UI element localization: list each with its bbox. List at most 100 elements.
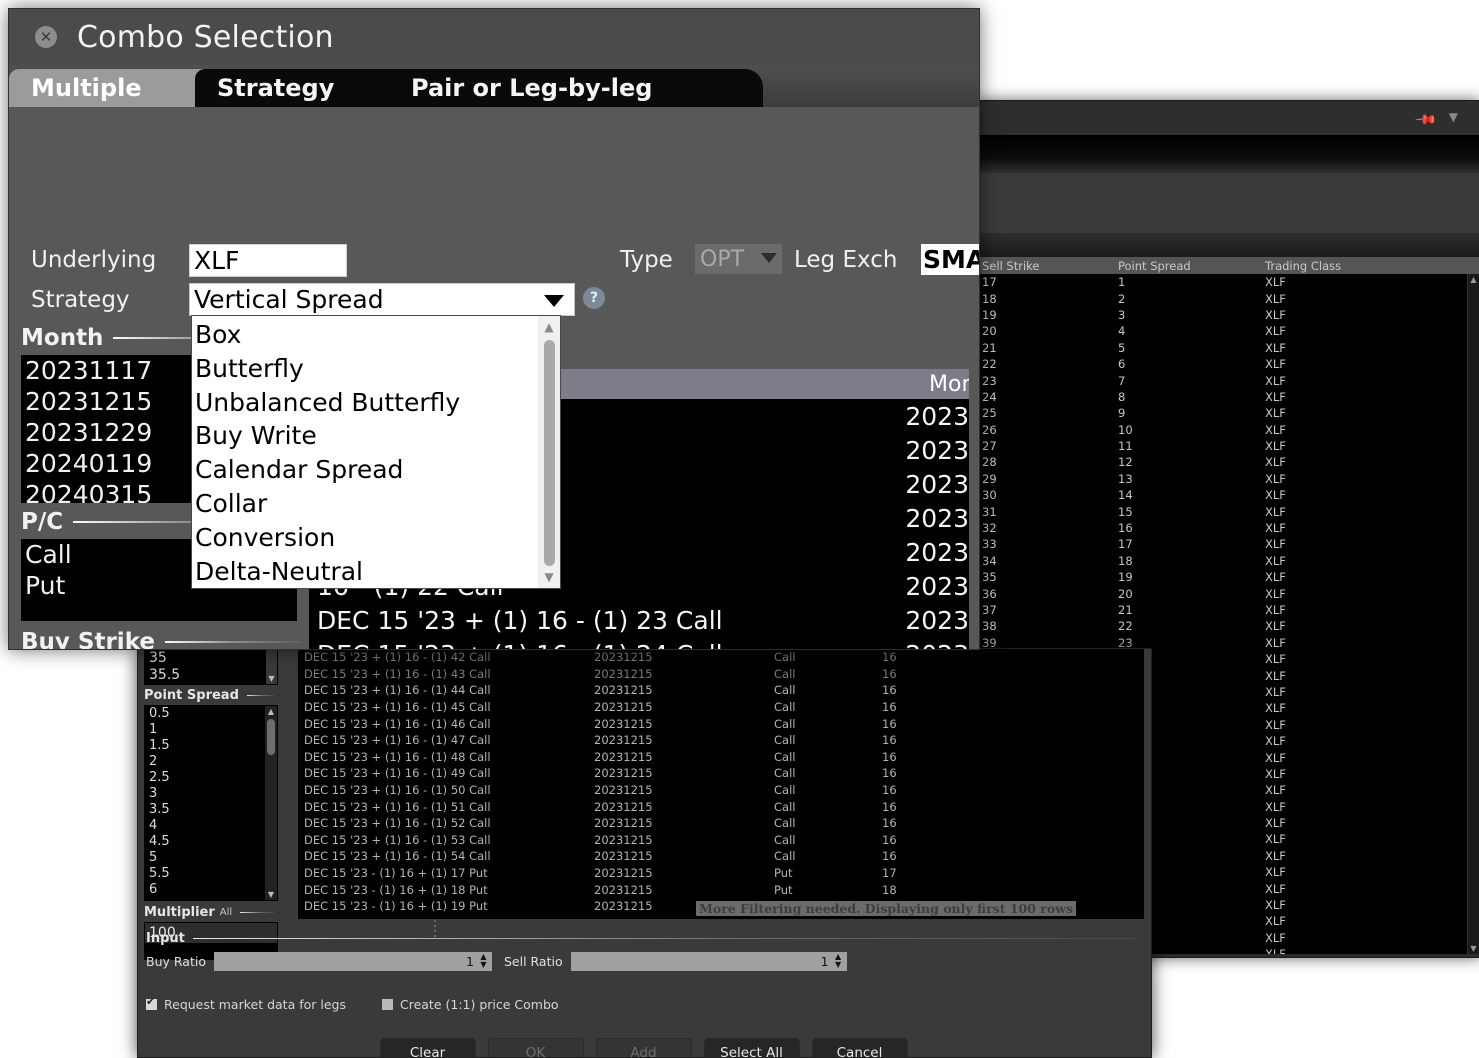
point-spread-scrollbar[interactable]: ▲ ▼ — [265, 706, 277, 900]
scrollbar-thumb[interactable] — [544, 340, 555, 566]
scroll-down-arrow-icon[interactable]: ▼ — [538, 566, 560, 588]
table-row[interactable]: DEC 15 '23 + (1) 16 - (1) 54 Call2023121… — [298, 848, 1144, 865]
table-row[interactable]: DEC 15 '23 + (1) 16 - (1) 47 Call2023121… — [298, 732, 1144, 749]
table-row[interactable]: DEC 15 '23 - (1) 16 + (1) 18 Put20231215… — [298, 881, 1144, 898]
tab-pair-or-leg-by-leg[interactable]: Pair or Leg-by-leg — [389, 69, 763, 107]
table-row[interactable]: 259XLF — [976, 405, 1479, 421]
table-row[interactable]: 2913XLF — [976, 471, 1479, 487]
sell-ratio-stepper[interactable]: ▲▼ — [832, 953, 845, 970]
table-row[interactable]: 3620XLF — [976, 585, 1479, 601]
scrollbar-thumb[interactable] — [267, 719, 275, 755]
table-row[interactable]: DEC 15 '23 - (1) 16 + (1) 17 Put20231215… — [298, 865, 1144, 882]
col-month[interactable]: Month — [929, 372, 969, 397]
buy-ratio-stepper[interactable]: ▲▼ — [477, 953, 490, 970]
table-row[interactable]: 204XLF — [976, 323, 1479, 339]
combo-selection-lower-panel[interactable]: 3535.5 ▼ Point Spread 0.511.522.533.544.… — [137, 648, 1152, 1058]
underlying-input[interactable]: XLF — [189, 244, 347, 277]
table-row[interactable]: 3216XLF — [976, 520, 1479, 536]
table-row[interactable]: DEC 15 '23 + (1) 16 - (1) 42 Call2023121… — [298, 649, 1144, 666]
strategy-select[interactable]: Vertical Spread — [189, 283, 575, 316]
col-point-spread[interactable]: Point Spread — [1118, 259, 1265, 273]
select-all-button[interactable]: Select All — [704, 1038, 800, 1058]
table-row[interactable]: DEC 15 '23 + (1) 16 - (1) 43 Call2023121… — [298, 666, 1144, 683]
table-row[interactable]: 193XLF — [976, 307, 1479, 323]
table-row[interactable]: DEC 15 '23 + (1) 16 - (1) 44 Call2023121… — [298, 682, 1144, 699]
scroll-down-arrow-icon[interactable]: ▼ — [266, 673, 277, 684]
table-row[interactable]: 3014XLF — [976, 487, 1479, 503]
table-row[interactable]: 3418XLF — [976, 553, 1479, 569]
tab-bar[interactable]: Multiple Strategy Pair or Leg-by-leg — [9, 65, 979, 107]
table-row[interactable]: DEC 15 '23 + (1) 16 - (1) 50 Call2023121… — [298, 782, 1144, 799]
back-window-titlebar[interactable]: 📌 ▼ — [976, 101, 1479, 135]
table-row[interactable]: 215XLF — [976, 340, 1479, 356]
list-item[interactable]: 5.5 — [145, 866, 277, 882]
table-row[interactable]: DEC 15 '23 + (1) 16 - (1) 53 Call2023121… — [298, 832, 1144, 849]
close-icon[interactable]: ✕ — [35, 26, 57, 48]
col-sell-strike[interactable]: Sell Strike — [982, 259, 1118, 273]
dropdown-option[interactable]: Buy Write — [192, 419, 560, 453]
table-row[interactable]: DEC 15 '23 + (1) 16 - (1) 51 Call2023121… — [298, 798, 1144, 815]
scroll-down-arrow-icon[interactable]: ▼ — [265, 889, 277, 900]
strategy-dropdown-list[interactable]: BoxButterflyUnbalanced ButterflyBuy Writ… — [191, 315, 561, 589]
dropdown-option[interactable]: Butterfly — [192, 352, 560, 386]
list-item[interactable]: 3.5 — [145, 802, 277, 818]
list-item[interactable]: 5 — [145, 850, 277, 866]
table-row[interactable]: 2610XLF — [976, 422, 1479, 438]
pin-icon[interactable]: 📌 — [1413, 108, 1437, 132]
list-item[interactable]: 2 — [145, 754, 277, 770]
list-item[interactable]: 4 — [145, 818, 277, 834]
window-titlebar[interactable]: ✕ Combo Selection — [9, 9, 979, 65]
chevron-down-icon[interactable]: ▼ — [1449, 110, 1458, 124]
table-row[interactable]: 226XLF — [976, 356, 1479, 372]
table-row[interactable]: 171XLF — [976, 274, 1479, 290]
leg-exch-input[interactable]: SMART — [921, 244, 980, 275]
table-row[interactable]: 2812XLF — [976, 454, 1479, 470]
table-row[interactable]: 3317XLF — [976, 536, 1479, 552]
ok-button[interactable]: OK — [488, 1038, 584, 1058]
table-row[interactable]: DEC 15 '23 + (1) 16 - (1) 48 Call2023121… — [298, 749, 1144, 766]
dropdown-option[interactable]: Conversion — [192, 521, 560, 555]
col-trading-class[interactable]: Trading Class — [1265, 259, 1341, 273]
dropdown-option[interactable]: Box — [192, 318, 560, 352]
list-item[interactable]: 0.5 — [145, 706, 277, 722]
table-row[interactable]: 237XLF — [976, 372, 1479, 388]
type-select[interactable]: OPT — [695, 244, 782, 274]
list-item[interactable]: 35.5 — [145, 667, 277, 684]
table-row[interactable]: DEC 15 '23 + (1) 16 - (1) 52 Call2023121… — [298, 815, 1144, 832]
buy-ratio-input[interactable]: 1 ▲▼ — [214, 952, 492, 971]
request-market-data-checkbox[interactable]: Request market data for legs — [146, 997, 346, 1012]
combo-selection-window[interactable]: ✕ Combo Selection Multiple Strategy Pair… — [8, 8, 980, 650]
table-row[interactable]: 182XLF — [976, 290, 1479, 306]
help-question-icon[interactable]: ? — [583, 287, 605, 309]
point-spread-listbox[interactable]: 0.511.522.533.544.555.56 ▲ ▼ — [144, 705, 278, 901]
add-button[interactable]: Add — [596, 1038, 692, 1058]
lower-results-table[interactable]: DEC 15 '23 + (1) 16 - (1) 42 Call2023121… — [298, 649, 1144, 919]
sell-strike-list-tail[interactable]: 3535.5 ▼ — [144, 649, 278, 685]
list-item[interactable]: 3 — [145, 786, 277, 802]
dropdown-option[interactable]: Unbalanced Butterfly — [192, 386, 560, 420]
dropdown-scrollbar[interactable]: ▲ ▼ — [538, 316, 560, 588]
table-row[interactable]: 248XLF — [976, 389, 1479, 405]
list-item[interactable]: 4.5 — [145, 834, 277, 850]
scroll-up-arrow-icon[interactable]: ▲ — [1468, 274, 1479, 285]
table-row[interactable]: DEC 15 '23 + (1) 16 - (1) 24 Call2023 — [309, 637, 969, 650]
back-table-scrollbar[interactable]: ▲ ▼ — [1467, 274, 1479, 954]
sell-ratio-input[interactable]: 1 ▲▼ — [571, 952, 847, 971]
dropdown-option[interactable]: Collar — [192, 487, 560, 521]
table-row[interactable]: 2711XLF — [976, 438, 1479, 454]
table-row[interactable]: DEC 15 '23 + (1) 16 - (1) 49 Call2023121… — [298, 765, 1144, 782]
dropdown-option[interactable]: Calendar Spread — [192, 453, 560, 487]
list-item[interactable]: 6 — [145, 882, 277, 898]
clear-button[interactable]: Clear — [380, 1038, 476, 1058]
scroll-down-arrow-icon[interactable]: ▼ — [1468, 943, 1479, 954]
list-item[interactable]: 2.5 — [145, 770, 277, 786]
table-row[interactable]: 3822XLF — [976, 618, 1479, 634]
table-row[interactable]: DEC 15 '23 + (1) 16 - (1) 23 Call2023 — [309, 603, 969, 637]
scroll-up-arrow-icon[interactable]: ▲ — [538, 316, 560, 338]
table-row[interactable]: DEC 15 '23 + (1) 16 - (1) 45 Call2023121… — [298, 699, 1144, 716]
dropdown-option[interactable]: Delta-Neutral — [192, 555, 560, 589]
create-price-combo-checkbox[interactable]: Create (1:1) price Combo — [382, 997, 559, 1012]
table-row[interactable]: 3519XLF — [976, 569, 1479, 585]
table-row[interactable]: 3721XLF — [976, 602, 1479, 618]
scroll-up-arrow-icon[interactable]: ▲ — [265, 706, 277, 717]
